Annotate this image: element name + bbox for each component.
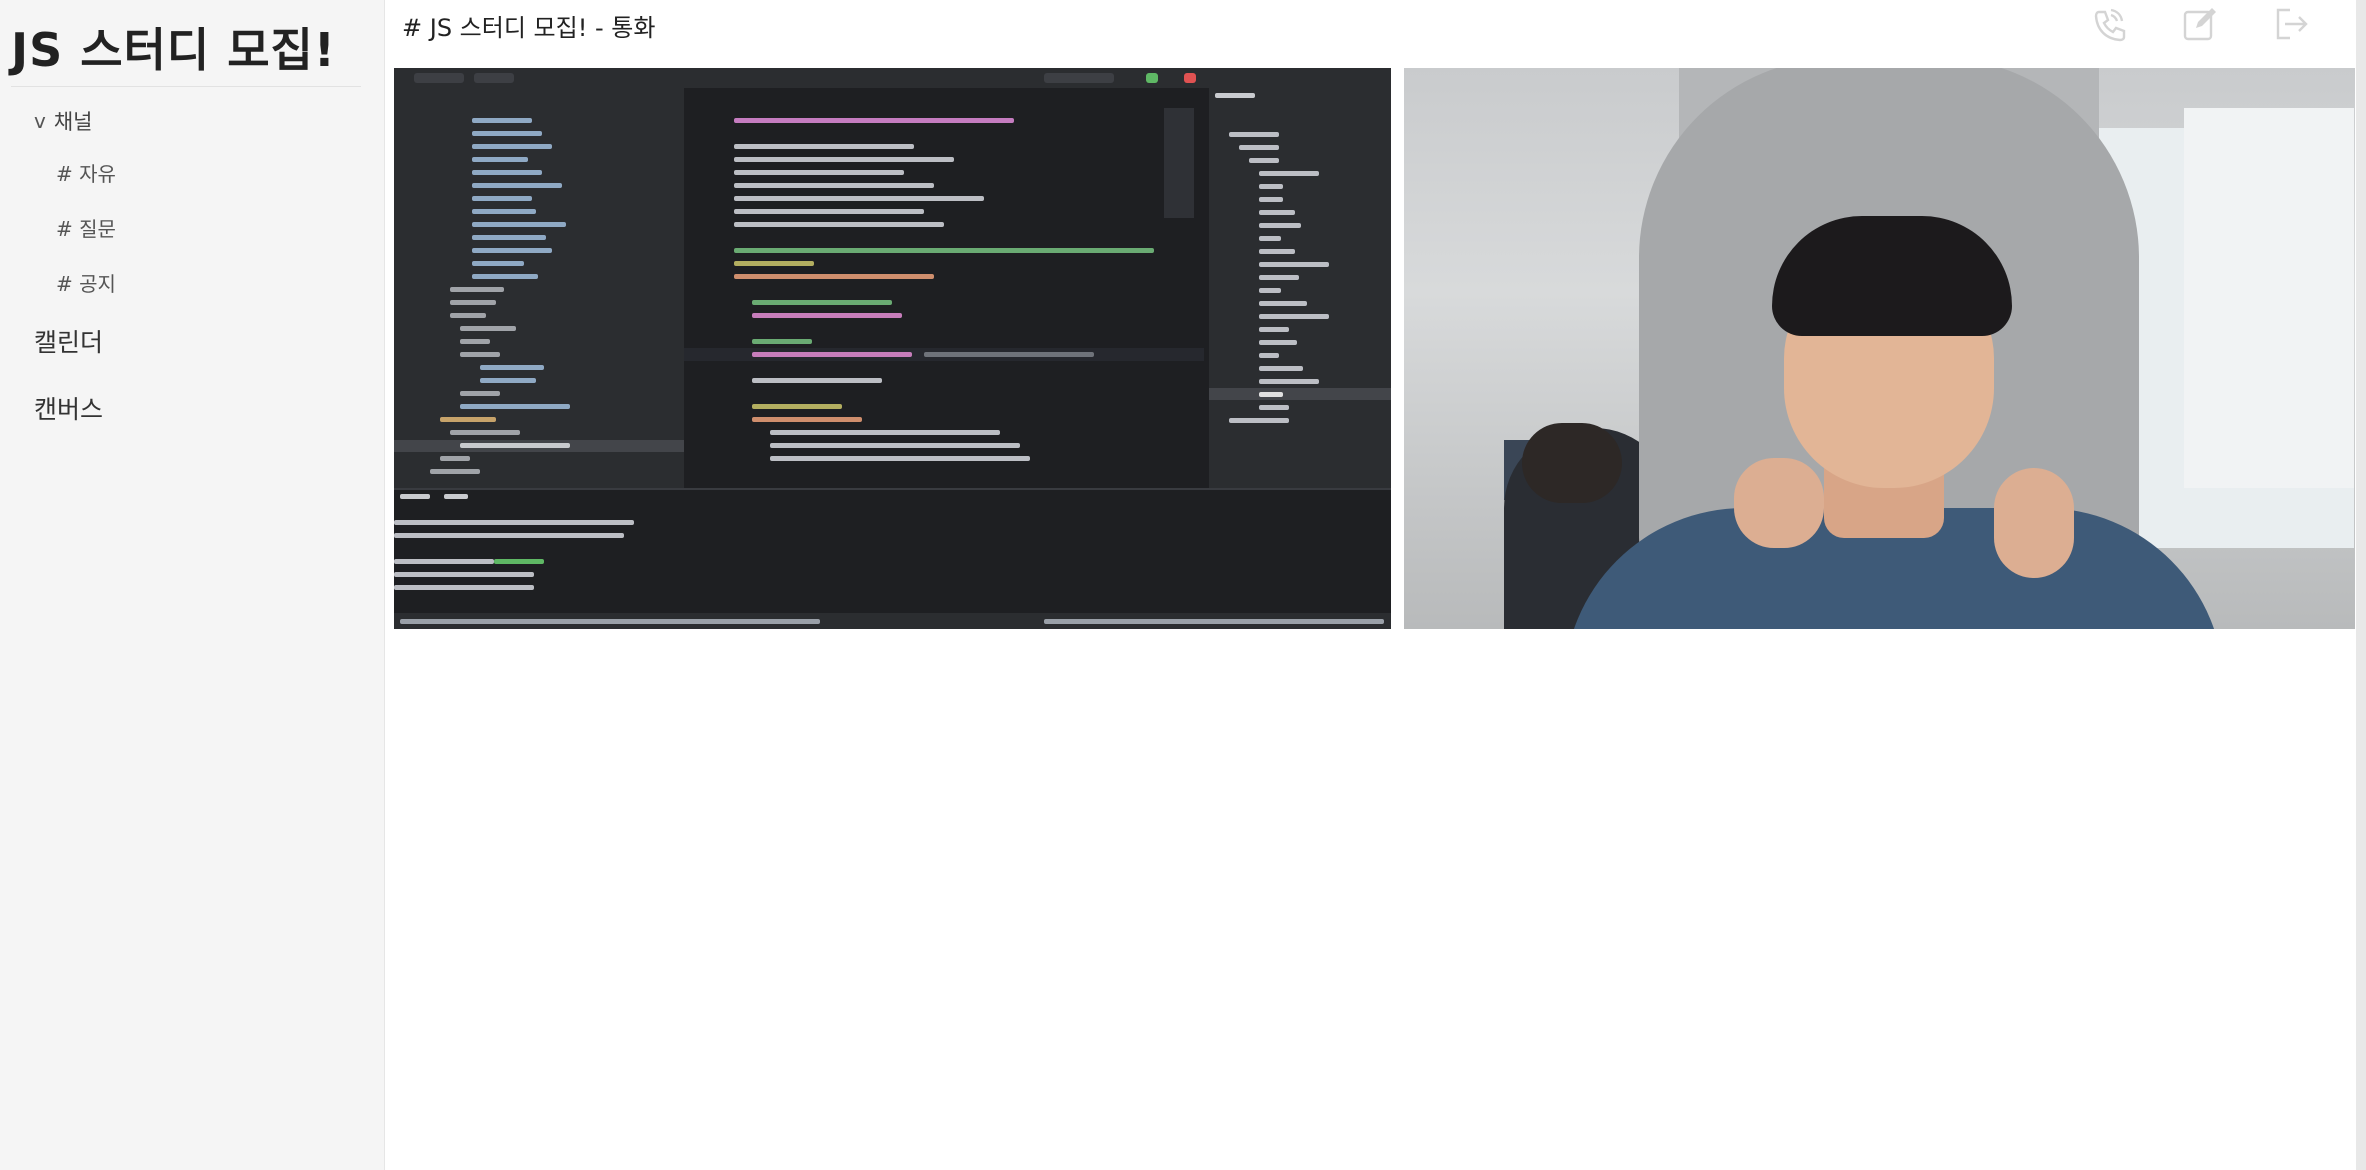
terminal-panel: [394, 488, 1391, 615]
ide-toolbar: [394, 68, 1391, 88]
seated-person-hair: [1772, 216, 2012, 336]
channel-section-toggle[interactable]: v 채널: [34, 106, 92, 136]
page-title: # JS 스터디 모집! - 통화: [402, 14, 656, 42]
sidebar-item-question[interactable]: # 질문: [56, 213, 116, 242]
sidebar-item-canvas[interactable]: 캔버스: [34, 390, 103, 426]
exit-icon[interactable]: [2272, 6, 2308, 42]
project-panel: [394, 88, 684, 488]
status-bar: [394, 613, 1391, 629]
screen-share-video[interactable]: [394, 68, 1391, 629]
sidebar-item-calendar[interactable]: 캘린더: [34, 323, 103, 359]
title-divider: [11, 86, 361, 87]
right-hand: [1994, 468, 2074, 578]
edit-icon[interactable]: [2182, 6, 2218, 42]
phone-call-icon[interactable]: [2090, 6, 2126, 42]
sidebar: JS 스터디 모집! v 채널 # 자유 # 질문 # 공지 캘린더 캔버스: [0, 0, 385, 1170]
collapse-icon: v: [34, 109, 46, 133]
background-whiteboard: [2184, 108, 2354, 488]
background-person-head: [1522, 423, 1622, 503]
database-panel: [1209, 88, 1391, 488]
channel-section-label: 채널: [53, 110, 93, 134]
code-editor: [684, 88, 1204, 488]
sidebar-item-notice[interactable]: # 공지: [56, 268, 116, 297]
study-title: JS 스터디 모집!: [11, 23, 336, 77]
right-scrollbar[interactable]: [2356, 0, 2366, 1170]
sidebar-item-free[interactable]: # 자유: [56, 158, 116, 187]
left-hand: [1734, 458, 1824, 548]
camera-video[interactable]: [1404, 68, 2355, 629]
